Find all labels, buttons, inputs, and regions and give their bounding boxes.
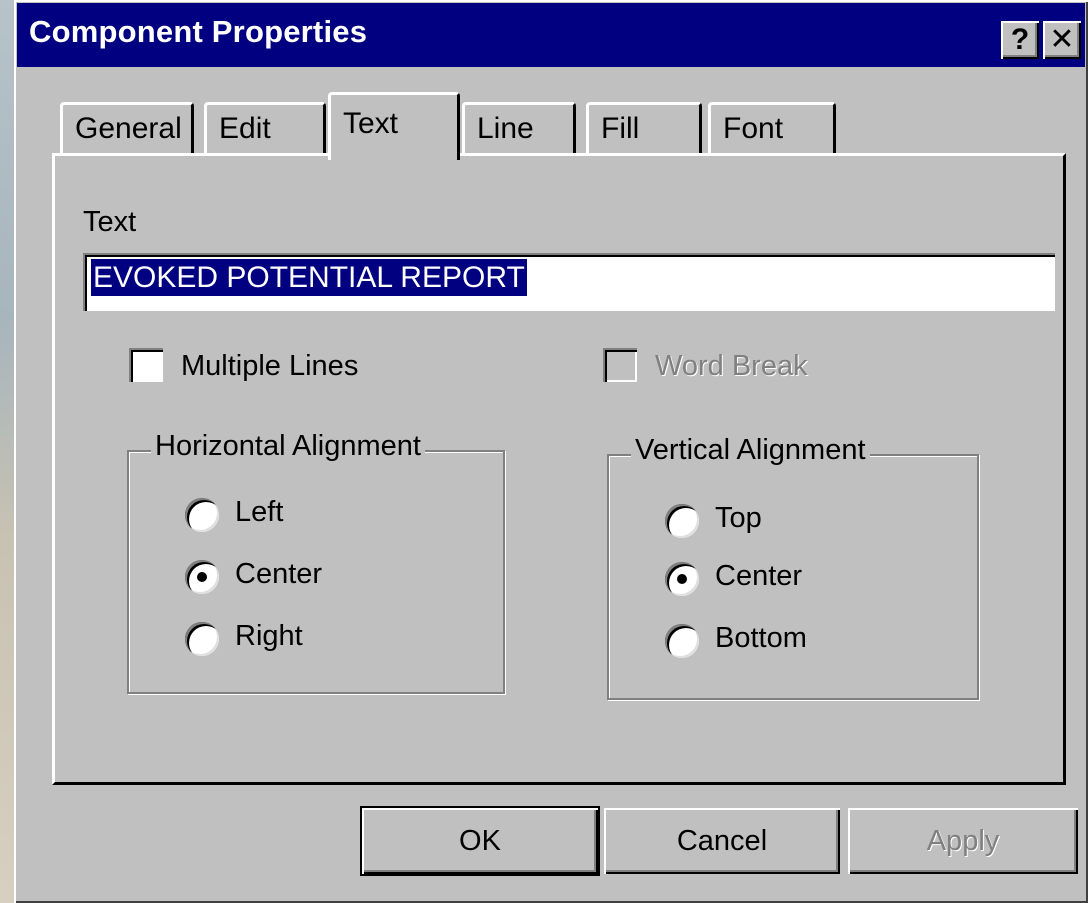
vertical-alignment-group: Vertical Alignment Top Center Bottom [607, 434, 979, 700]
tab-line[interactable]: Line [462, 102, 576, 156]
tab-font[interactable]: Font [708, 102, 836, 156]
help-button[interactable]: ? [1001, 21, 1039, 59]
ok-button-label: OK [459, 825, 501, 857]
horizontal-alignment-legend: Horizontal Alignment [151, 430, 425, 463]
text-input[interactable]: EVOKED POTENTIAL REPORT [83, 253, 1055, 311]
vertical-alignment-legend: Vertical Alignment [631, 434, 870, 467]
tab-label: Fill [601, 112, 640, 145]
tab-label: Text [343, 107, 399, 140]
apply-button-label: Apply [926, 825, 1000, 857]
text-input-value: EVOKED POTENTIAL REPORT [91, 259, 527, 296]
multiple-lines-checkbox[interactable] [129, 348, 163, 382]
radio-button[interactable] [665, 504, 699, 538]
radio-button[interactable] [185, 498, 219, 532]
apply-button[interactable]: Apply [848, 808, 1078, 874]
cancel-button-label: Cancel [676, 825, 768, 857]
window-title: Component Properties [29, 14, 368, 49]
multiple-lines-label: Multiple Lines [181, 350, 359, 382]
tab-label: Line [477, 112, 534, 145]
horizontal-alignment-group: Horizontal Alignment Left Center Right [127, 430, 505, 694]
cancel-button[interactable]: Cancel [604, 808, 840, 874]
tab-text[interactable]: Text [328, 92, 460, 160]
close-icon: ✕ [1049, 23, 1075, 56]
radio-button[interactable] [665, 562, 699, 596]
radio-label: Bottom [715, 622, 807, 654]
word-break-label: Word Break [655, 350, 808, 382]
radio-label: Top [715, 502, 762, 534]
text-field-label: Text [83, 206, 137, 238]
text-tab-panel: Text EVOKED POTENTIAL REPORT Multiple Li… [52, 153, 1066, 785]
word-break-checkbox[interactable] [603, 348, 637, 382]
title-bar[interactable]: Component Properties ? ✕ [17, 3, 1085, 67]
ok-button[interactable]: OK [360, 806, 600, 876]
tab-label: Font [723, 112, 784, 145]
tab-fill[interactable]: Fill [586, 102, 702, 156]
radio-label: Center [715, 560, 803, 592]
tab-general[interactable]: General [60, 102, 194, 156]
radio-label: Left [235, 496, 284, 528]
tab-label: Edit [219, 112, 271, 145]
help-icon: ? [1010, 23, 1030, 56]
tab-label: General [75, 112, 182, 145]
radio-button[interactable] [665, 624, 699, 658]
radio-button[interactable] [185, 560, 219, 594]
tab-edit[interactable]: Edit [204, 102, 326, 156]
close-button[interactable]: ✕ [1043, 21, 1081, 59]
radio-button[interactable] [185, 622, 219, 656]
component-properties-dialog: Component Properties ? ✕ General Edit Te… [14, 0, 1088, 903]
radio-label: Center [235, 558, 323, 590]
radio-label: Right [235, 620, 303, 652]
